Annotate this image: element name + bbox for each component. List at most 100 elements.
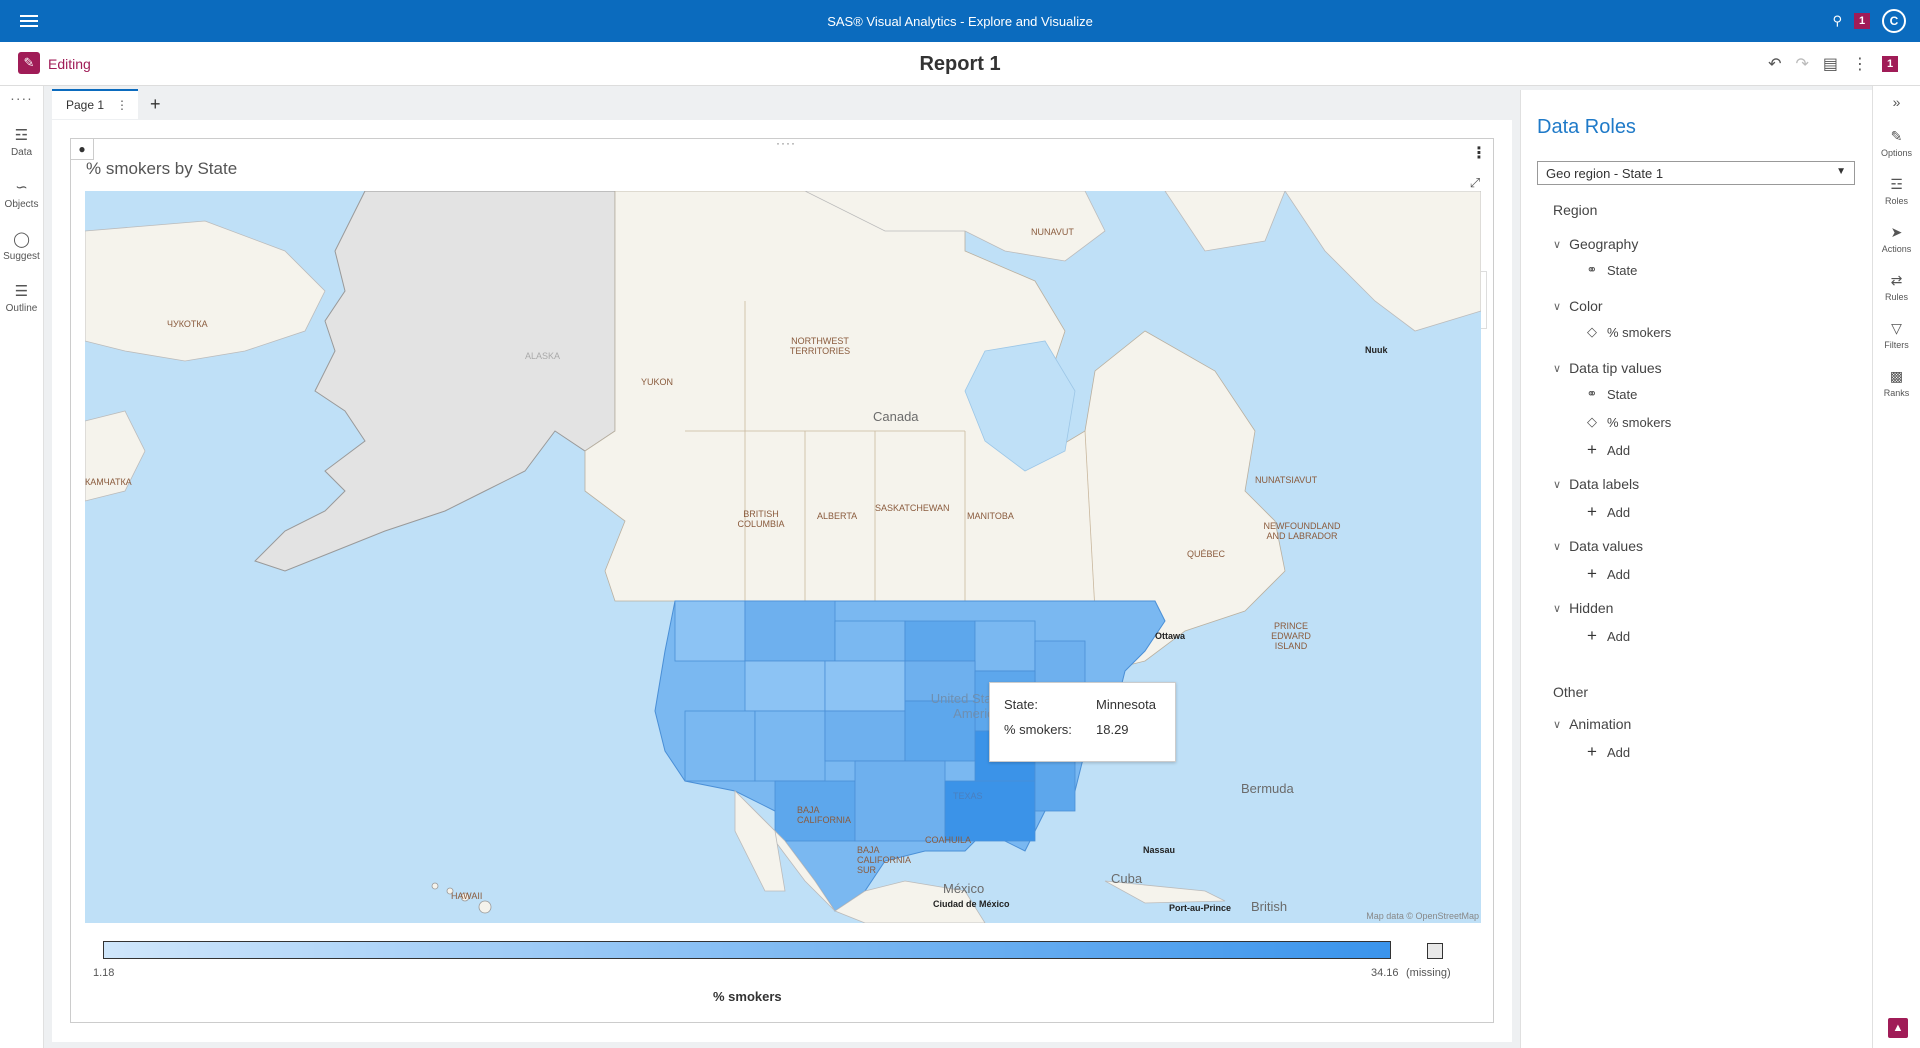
map-label-canada: Canada [873, 409, 919, 424]
map-label-nassau: Nassau [1143, 845, 1176, 855]
role-item-smokers[interactable]: ◇ % smokers [1585, 324, 1671, 340]
role-item-state[interactable]: ⚭ State [1585, 386, 1638, 402]
notification-badge[interactable]: 1 [1854, 13, 1870, 29]
right-rail-filters[interactable]: ▽ Filters [1873, 320, 1920, 350]
role-group-label: Data tip values [1569, 360, 1662, 376]
role-group-label: Data values [1569, 538, 1643, 554]
panel-title: Data Roles [1537, 116, 1636, 138]
object-selector[interactable]: Geo region - State 1 ▼ [1537, 161, 1855, 185]
maximize-icon[interactable]: ⤢ [1465, 173, 1485, 193]
left-rail-data[interactable]: ☲ Data [0, 126, 43, 158]
role-item-smokers[interactable]: ◇ % smokers [1585, 414, 1671, 430]
chevron-down-icon: ∨ [1553, 602, 1562, 615]
right-rail-label: Actions [1881, 244, 1912, 254]
object-title: % smokers by State [86, 159, 238, 178]
legend-max: 34.16 [1371, 967, 1399, 979]
add-data-tip-button[interactable]: + Add [1585, 440, 1630, 460]
chevron-down-icon: ∨ [1553, 478, 1562, 491]
redo-icon[interactable]: ↷ [1795, 54, 1808, 74]
map-label-mexico: México [943, 881, 985, 896]
tab-page-1[interactable]: Page 1 ⋮ [52, 89, 139, 119]
add-data-labels-button[interactable]: + Add [1585, 502, 1630, 522]
more-options-icon[interactable]: ⋮ [1852, 54, 1868, 74]
plus-icon: + [1587, 502, 1597, 521]
map-label-port-au-prince: Port-au-Prince [1169, 903, 1232, 913]
tab-menu-icon[interactable]: ⋮ [116, 98, 128, 112]
section-region: Region [1553, 202, 1598, 218]
map-label-nuuk: Nuuk [1365, 345, 1388, 355]
add-label: Add [1607, 504, 1631, 520]
role-group-geography[interactable]: ∨ Geography [1553, 236, 1638, 252]
left-rail-objects[interactable]: ∽ Objects [0, 178, 43, 210]
role-group-label: Color [1569, 298, 1603, 314]
list-icon: ☰ [14, 283, 29, 300]
add-page-icon[interactable]: + [150, 94, 161, 115]
object-menu-icon[interactable]: ⋮ [1471, 143, 1487, 163]
role-group-color[interactable]: ∨ Color [1553, 298, 1603, 314]
right-rail-rules[interactable]: ⇄ Rules [1873, 272, 1920, 302]
add-label: Add [1607, 744, 1631, 760]
tooltip-state-key: State: [1004, 697, 1038, 712]
role-group-data-tip[interactable]: ∨ Data tip values [1553, 360, 1662, 376]
lightbulb-icon: ◯ [13, 231, 30, 248]
role-group-animation[interactable]: ∨ Animation [1553, 716, 1631, 732]
map-label-chukotka: ЧУКОТКА [167, 319, 208, 329]
left-rail-suggest[interactable]: ◯ Suggest [0, 230, 43, 262]
map-label-texas: TEXAS [953, 791, 983, 801]
right-rail-options[interactable]: ✎ Options [1873, 128, 1920, 158]
role-group-data-labels[interactable]: ∨ Data labels [1553, 476, 1639, 492]
legend-gradient-bar [103, 941, 1391, 959]
plus-icon: + [1587, 440, 1597, 459]
drag-handle-icon[interactable]: ···· [776, 136, 796, 150]
map-label-nunatsiavut: NUNATSIAVUT [1255, 475, 1318, 485]
role-group-hidden[interactable]: ∨ Hidden [1553, 600, 1613, 616]
pin-panel-icon[interactable]: ▲ [1888, 1018, 1908, 1038]
options-brush-icon: ✎ [1890, 128, 1903, 144]
undo-icon[interactable]: ↶ [1768, 54, 1781, 74]
add-label: Add [1607, 566, 1631, 582]
role-item-label: State [1607, 386, 1638, 402]
chevron-down-icon: ▼ [1836, 166, 1846, 177]
map-label-bermuda: Bermuda [1241, 781, 1294, 796]
legend-title: % smokers [713, 989, 782, 1004]
map-label-coahuila: COAHUILA [925, 835, 972, 845]
chart-icon: ∽ [15, 179, 28, 196]
left-rail-outline[interactable]: ☰ Outline [0, 282, 43, 314]
save-icon[interactable]: ▤ [1823, 54, 1838, 74]
map-pin-icon[interactable]: ● [70, 138, 94, 160]
section-other: Other [1553, 684, 1589, 700]
role-item-state[interactable]: ⚭ State [1585, 262, 1638, 278]
tooltip-state-value: Minnesota [1096, 697, 1156, 712]
map-label-nunavut: NUNAVUT [1031, 227, 1074, 237]
tooltip-value-value: 18.29 [1096, 722, 1129, 737]
ranks-icon: ▩ [1889, 368, 1904, 384]
right-rail-actions[interactable]: ➤ Actions [1873, 224, 1920, 254]
roles-database-icon: ☲ [1890, 176, 1903, 192]
map-label-nwt: NORTHWEST TERRITORIES [789, 336, 851, 356]
add-hidden-button[interactable]: + Add [1585, 626, 1630, 646]
role-item-label: % smokers [1607, 324, 1672, 340]
add-data-values-button[interactable]: + Add [1585, 564, 1630, 584]
actions-cursor-icon: ➤ [1890, 224, 1903, 240]
right-rail-ranks[interactable]: ▩ Ranks [1873, 368, 1920, 398]
collapse-panel-icon[interactable]: » [1873, 94, 1920, 110]
search-icon[interactable]: ⚲ [1832, 13, 1842, 29]
left-rail-label: Outline [5, 303, 38, 314]
user-avatar[interactable]: C [1882, 9, 1906, 33]
more-dots-icon[interactable]: ···· [0, 90, 43, 106]
globe-icon: ⚭ [1586, 262, 1598, 277]
left-rail-label: Data [10, 147, 33, 158]
map-view[interactable]: NUNAVUT ЧУКОТКА КАМЧАТКА ALASKA YUKON NO… [85, 191, 1481, 923]
map-label-cdmx: Ciudad de México [933, 899, 1010, 909]
right-rail-roles[interactable]: ☲ Roles [1873, 176, 1920, 206]
role-group-data-values[interactable]: ∨ Data values [1553, 538, 1643, 554]
chevron-down-icon: ∨ [1553, 300, 1562, 313]
add-animation-button[interactable]: + Add [1585, 742, 1630, 762]
map-label-sask: SASKATCHEWAN [875, 503, 950, 513]
report-badge[interactable]: 1 [1882, 56, 1898, 72]
map-label-kamchatka: КАМЧАТКА [85, 477, 132, 487]
role-group-label: Hidden [1569, 600, 1614, 616]
geo-map-object[interactable]: ● ···· % smokers by State ⋮ ⤢ ✋ ☰ ⊕ ⊖ [70, 136, 1494, 1023]
right-rail-label: Rules [1884, 292, 1908, 302]
rules-icon: ⇄ [1890, 272, 1903, 288]
